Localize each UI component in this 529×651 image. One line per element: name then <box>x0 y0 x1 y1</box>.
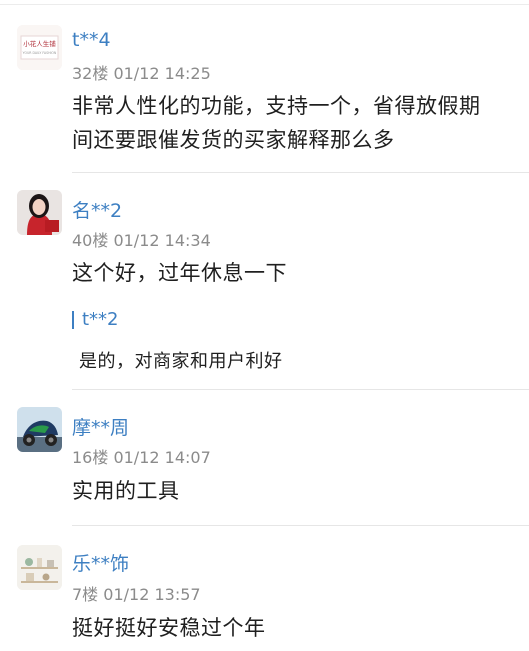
username[interactable]: 摩**周 <box>72 413 129 440</box>
divider <box>72 525 529 526</box>
woman-portrait-icon <box>17 190 62 235</box>
comment-list: 小花人生铺 YOUR DAILY FASHION t**4 32楼 01/12 … <box>0 0 529 651</box>
comment-text: 非常人性化的功能，支持一个，省得放假期间还要跟催发货的买家解释那么多 <box>72 94 481 152</box>
avatar-logo-subtext: YOUR DAILY FASHION <box>23 51 57 55</box>
reply-username[interactable]: t**2 <box>72 311 119 329</box>
reply-text: 是的，对商家和用户利好 <box>79 351 283 372</box>
brand-logo-icon: 小花人生铺 YOUR DAILY FASHION <box>17 25 62 70</box>
comment-text: 实用的工具 <box>72 479 180 503</box>
avatar[interactable]: 小花人生铺 YOUR DAILY FASHION <box>17 25 62 70</box>
avatar-logo-text: 小花人生铺 <box>23 39 56 48</box>
top-divider <box>0 4 529 5</box>
motorcycle-icon <box>17 407 62 452</box>
avatar[interactable] <box>17 190 62 235</box>
username[interactable]: 名**2 <box>72 196 122 223</box>
shelf-decor-icon <box>17 545 62 590</box>
divider <box>72 172 529 173</box>
avatar[interactable] <box>17 407 62 452</box>
comment-meta: 32楼 01/12 14:25 <box>72 64 211 83</box>
comment-meta: 16楼 01/12 14:07 <box>72 448 211 467</box>
comment-meta: 7楼 01/12 13:57 <box>72 585 201 604</box>
divider <box>72 389 529 390</box>
username[interactable]: t**4 <box>72 29 111 51</box>
username[interactable]: 乐**饰 <box>72 549 129 576</box>
comment-text: 挺好挺好安稳过个年 <box>72 616 266 640</box>
comment-meta: 40楼 01/12 14:34 <box>72 231 211 250</box>
comment-text: 这个好，过年休息一下 <box>72 261 287 285</box>
avatar[interactable] <box>17 545 62 590</box>
